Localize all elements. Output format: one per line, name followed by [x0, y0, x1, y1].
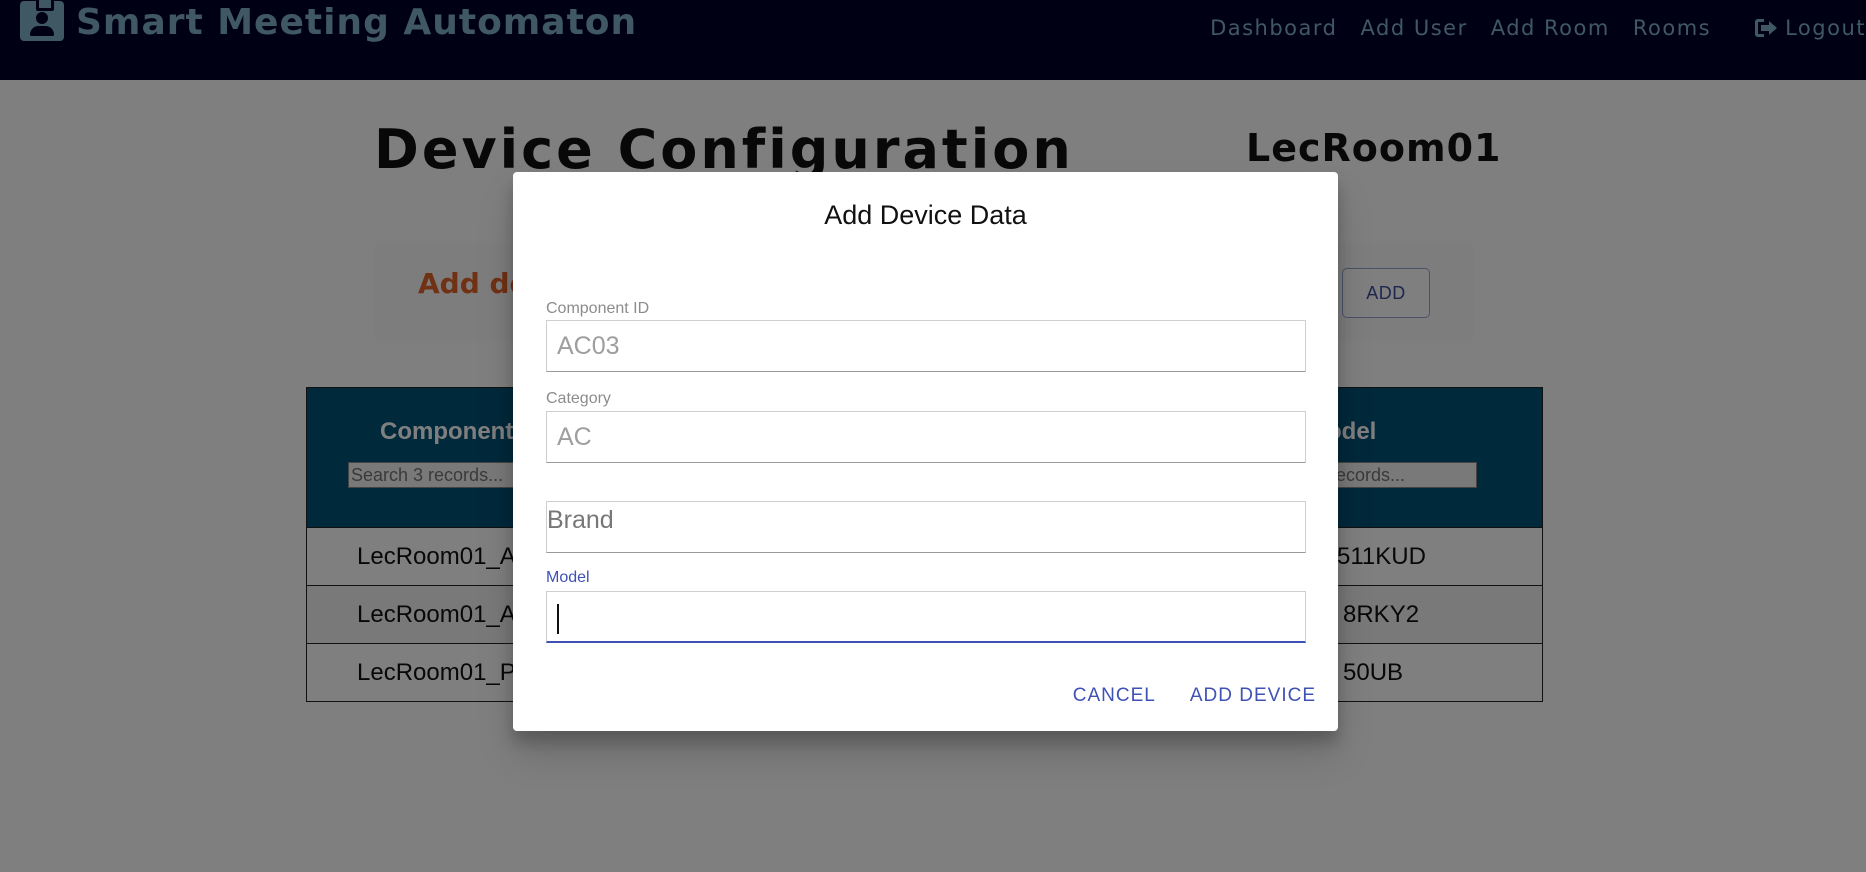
dialog-title: Add Device Data	[824, 200, 1027, 230]
cancel-button[interactable]: CANCEL	[1073, 685, 1156, 707]
category-label: Category	[546, 390, 611, 407]
component-id-label: Component ID	[546, 300, 650, 317]
text-caret	[557, 604, 559, 634]
model-field[interactable]	[546, 591, 1306, 643]
dialog-actions: CANCEL ADD DEVICE	[1073, 685, 1316, 707]
model-label: Model	[546, 569, 590, 586]
component-id-field[interactable]: AC03	[546, 320, 1306, 372]
category-field[interactable]: AC	[546, 411, 1306, 463]
brand-field[interactable]: Brand	[546, 501, 1306, 553]
modal-backdrop-nav[interactable]	[0, 0, 1866, 80]
add-device-dialog: Add Device Data Component ID AC03 Catego…	[513, 172, 1338, 731]
add-device-button[interactable]: ADD DEVICE	[1190, 685, 1316, 707]
